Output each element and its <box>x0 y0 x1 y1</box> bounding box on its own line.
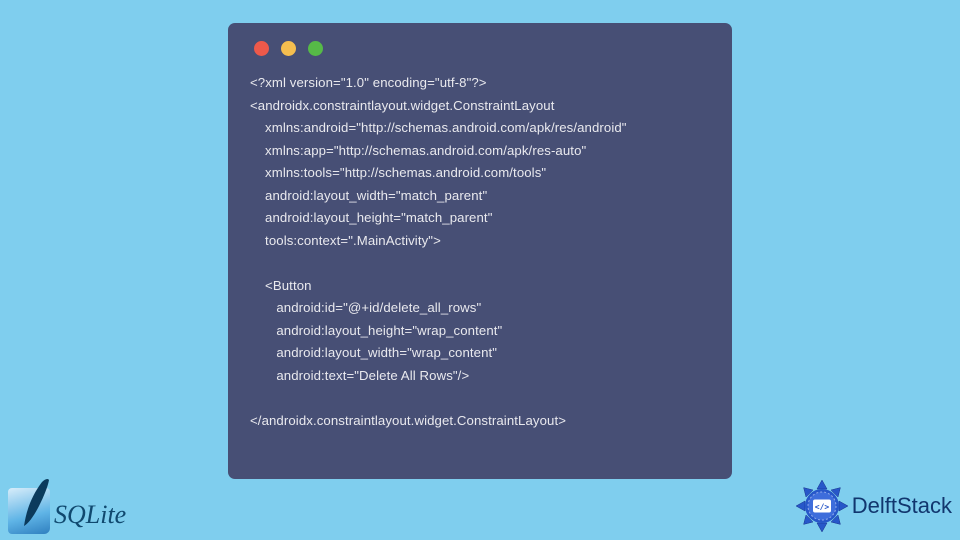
code-line: android:layout_width="match_parent" <box>250 188 487 203</box>
code-line: <?xml version="1.0" encoding="utf-8"?> <box>250 75 487 90</box>
maximize-icon[interactable] <box>308 41 323 56</box>
code-line: android:layout_width="wrap_content" <box>250 345 497 360</box>
close-icon[interactable] <box>254 41 269 56</box>
code-line: <androidx.constraintlayout.widget.Constr… <box>250 98 554 113</box>
feather-icon <box>22 478 50 528</box>
code-line: </androidx.constraintlayout.widget.Const… <box>250 413 566 428</box>
code-line: <Button <box>250 278 312 293</box>
code-line: xmlns:android="http://schemas.android.co… <box>250 120 627 135</box>
code-line: xmlns:tools="http://schemas.android.com/… <box>250 165 546 180</box>
delftstack-logo: </> DelftStack <box>794 478 952 534</box>
traffic-lights <box>254 41 710 56</box>
code-line: android:layout_height="match_parent" <box>250 210 492 225</box>
code-window: <?xml version="1.0" encoding="utf-8"?> <… <box>228 23 732 479</box>
code-block: <?xml version="1.0" encoding="utf-8"?> <… <box>250 72 710 432</box>
delftstack-badge-icon: </> <box>794 478 850 534</box>
code-line: android:id="@+id/delete_all_rows" <box>250 300 481 315</box>
svg-text:</>: </> <box>815 503 830 512</box>
delftstack-label: DelftStack <box>852 493 952 519</box>
sqlite-icon <box>8 484 52 534</box>
sqlite-label: SQLite <box>54 500 126 530</box>
sqlite-logo: SQLite <box>8 484 126 534</box>
code-line: tools:context=".MainActivity"> <box>250 233 441 248</box>
minimize-icon[interactable] <box>281 41 296 56</box>
code-line: xmlns:app="http://schemas.android.com/ap… <box>250 143 586 158</box>
code-line: android:layout_height="wrap_content" <box>250 323 502 338</box>
code-line: android:text="Delete All Rows"/> <box>250 368 469 383</box>
